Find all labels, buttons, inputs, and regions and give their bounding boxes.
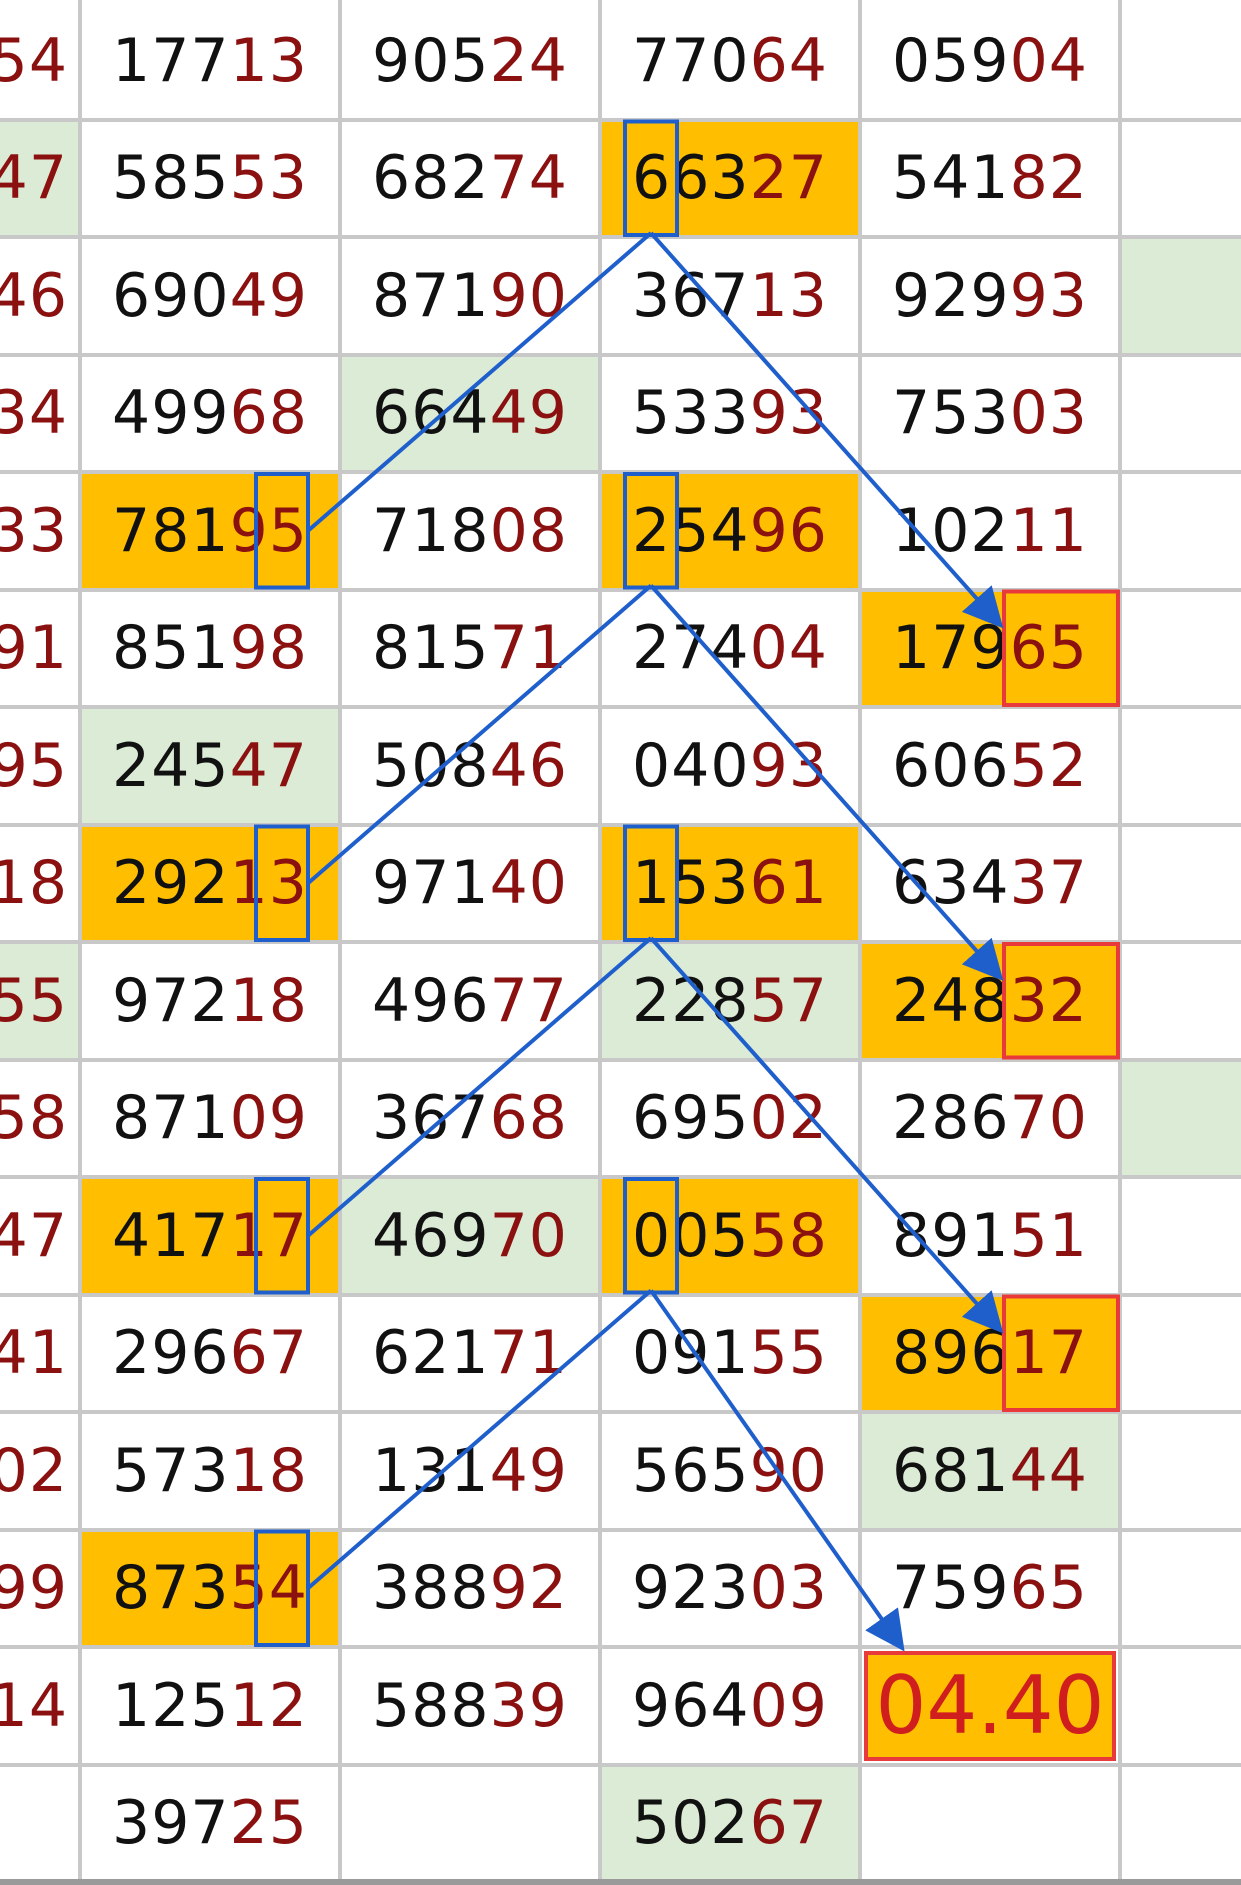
bottom-edge — [0, 1879, 1241, 1885]
arrow-line — [649, 936, 1004, 1334]
connector-line — [306, 583, 653, 885]
connector-line — [306, 936, 653, 1238]
highlight-box-blue — [254, 1177, 310, 1295]
connector-line — [306, 1288, 653, 1590]
highlight-box-blue — [623, 472, 679, 590]
annotation-overlay — [254, 119, 1120, 1652]
highlight-box-blue — [623, 824, 679, 942]
arrow-line — [649, 231, 1004, 629]
highlight-box-red — [1002, 942, 1120, 1060]
highlight-box-blue — [254, 472, 310, 590]
highlight-box-red — [1002, 1294, 1120, 1412]
highlight-box-blue — [254, 824, 310, 942]
connector-line — [306, 231, 653, 533]
highlight-box-blue — [254, 1529, 310, 1647]
arrow-line — [649, 584, 1004, 981]
highlight-box-blue — [623, 1177, 679, 1295]
lottery-grid: 54 177 13 905 24 770 64 059 04 47 585 53 682 74 663 27 5… — [0, 0, 1241, 1885]
highlight-box-red — [1002, 589, 1120, 707]
arrow-line — [649, 1289, 905, 1652]
highlight-box-blue — [623, 119, 679, 237]
